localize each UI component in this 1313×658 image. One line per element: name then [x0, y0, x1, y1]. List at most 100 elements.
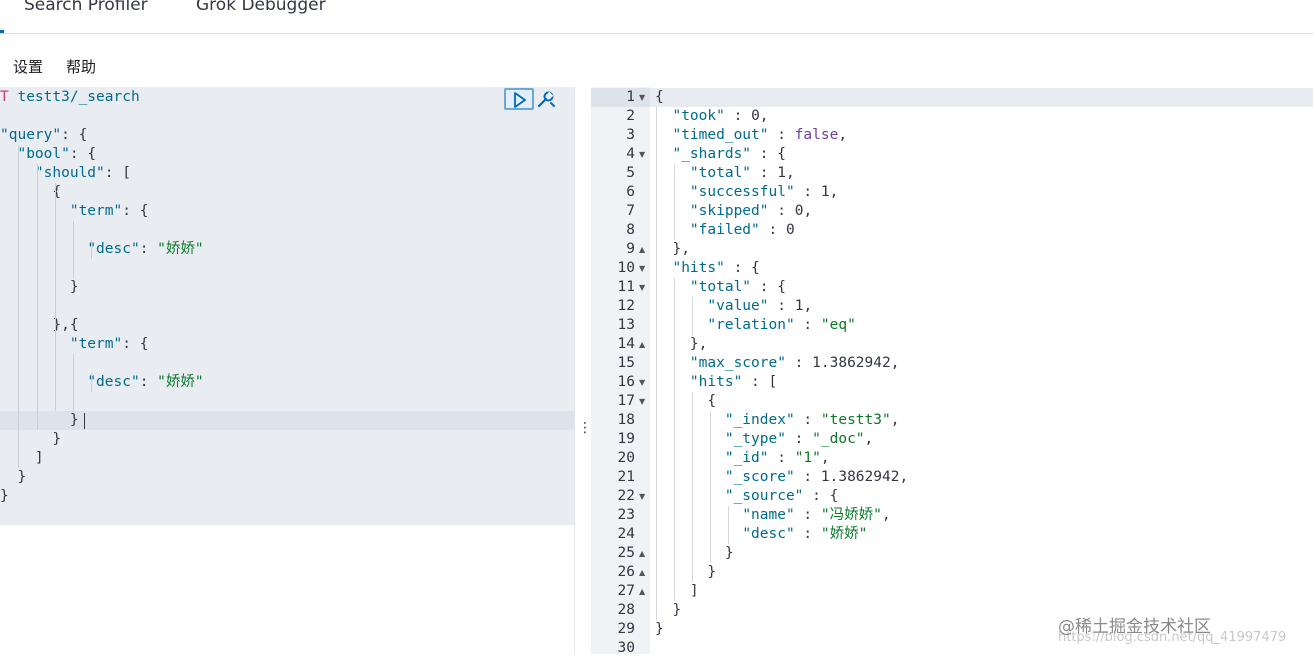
request-code-line: "query": {	[0, 127, 88, 143]
line-number: 22	[617, 488, 635, 504]
line-number: 17	[617, 393, 635, 409]
response-code-line: "total" : 1,	[689, 165, 795, 181]
tab-search-profiler[interactable]: Search Profiler	[24, 0, 148, 15]
fold-arrow-icon[interactable]: ▼	[639, 259, 645, 278]
line-number: 27	[617, 583, 635, 599]
request-code-line: "term": {	[69, 203, 149, 219]
line-number: 28	[617, 602, 635, 618]
active-tab-indicator	[0, 30, 4, 33]
line-number: 23	[617, 507, 635, 523]
watermark-text: @稀土掘金技术社区	[1058, 617, 1211, 637]
active-line-highlight	[0, 411, 574, 430]
line-number: 6	[626, 184, 635, 200]
indent-guide	[91, 240, 92, 259]
request-code-line: }	[0, 412, 79, 428]
response-code-line: "_shards" : {	[672, 146, 786, 162]
response-code-line: "max_score" : 1.3862942,	[689, 355, 900, 371]
response-code-line: },	[655, 241, 690, 257]
help-menu-item[interactable]: 帮助	[66, 56, 96, 77]
line-number: 30	[617, 640, 635, 656]
indent-guide	[73, 354, 74, 411]
wrench-icon[interactable]	[536, 89, 556, 109]
line-number: 7	[626, 203, 635, 219]
line-number: 11	[617, 279, 635, 295]
send-request-button[interactable]	[504, 88, 534, 110]
request-code-line: }	[0, 469, 27, 485]
response-code-line: "skipped" : 0,	[689, 203, 813, 219]
response-code-line: "_id" : "1",	[724, 450, 830, 466]
indent-guide	[674, 164, 675, 240]
unfold-arrow-icon[interactable]: ▲	[639, 544, 645, 563]
response-code-line: {	[655, 89, 664, 105]
fold-arrow-icon[interactable]: ▼	[639, 88, 645, 107]
indent-guide	[692, 392, 693, 582]
line-number: 5	[626, 165, 635, 181]
indent-guide	[73, 221, 74, 278]
request-code-line: },{	[0, 317, 79, 333]
response-code-line: "hits" : {	[672, 260, 760, 276]
response-code-line: }	[655, 564, 717, 580]
response-code-line: "failed" : 0	[689, 222, 795, 238]
line-number: 8	[626, 222, 635, 238]
tab-grok-debugger[interactable]: Grok Debugger	[196, 0, 326, 15]
line-number: 1	[626, 89, 635, 105]
indent-guide	[37, 164, 38, 430]
indent-guide	[692, 297, 693, 335]
indent-guide	[18, 145, 19, 468]
indent-guide	[55, 183, 56, 411]
vertical-dots-icon[interactable]: ⋮	[578, 420, 592, 436]
response-code-line: },	[655, 336, 708, 352]
fold-arrow-icon[interactable]: ▼	[639, 487, 645, 506]
request-code-line: "term": {	[69, 336, 149, 352]
response-code-line: "successful" : 1,	[689, 184, 839, 200]
unfold-arrow-icon[interactable]: ▲	[639, 335, 645, 354]
request-code-line: }	[0, 431, 62, 447]
response-code-line: "desc" : "娇娇"	[742, 526, 868, 542]
line-number: 9	[626, 241, 635, 257]
line-number: 24	[617, 526, 635, 542]
fold-arrow-icon[interactable]: ▼	[639, 145, 645, 164]
response-code-line: {	[655, 393, 717, 409]
line-number: 21	[617, 469, 635, 485]
request-code-line: "desc": "娇娇"	[87, 374, 204, 390]
response-code-line: }	[655, 602, 682, 618]
request-code-line: ]	[0, 450, 44, 466]
line-number: 26	[617, 564, 635, 580]
line-number: 14	[617, 336, 635, 352]
indent-guide	[710, 411, 711, 563]
settings-menu-item[interactable]: 设置	[13, 56, 43, 77]
line-number: 15	[617, 355, 635, 371]
response-code-line: }	[655, 621, 664, 637]
request-code-line: "should": [	[34, 165, 131, 181]
response-code-line: "_source" : {	[724, 488, 839, 504]
console-menu-bar: 设置 帮助	[0, 34, 1313, 87]
line-number: 25	[617, 545, 635, 561]
line-number: 4	[626, 146, 635, 162]
request-method: T	[0, 89, 9, 105]
response-code-line: ]	[655, 583, 699, 599]
unfold-arrow-icon[interactable]: ▲	[639, 240, 645, 259]
indent-guide	[91, 373, 92, 392]
fold-arrow-icon[interactable]: ▼	[639, 373, 645, 392]
unfold-arrow-icon[interactable]: ▲	[639, 563, 645, 582]
response-code-line: "name" : "冯娇娇",	[742, 507, 891, 523]
editor-splitter[interactable]	[574, 87, 592, 654]
tab-bar: Search Profiler Grok Debugger	[0, 0, 1313, 34]
line-number: 10	[617, 260, 635, 276]
line-number: 16	[617, 374, 635, 390]
fold-arrow-icon[interactable]: ▼	[639, 392, 645, 411]
line-number: 12	[617, 298, 635, 314]
indent-guide	[674, 278, 675, 601]
response-code-line: "_type" : "_doc",	[724, 431, 874, 447]
line-number: 19	[617, 431, 635, 447]
request-line[interactable]: T testt3/_search	[0, 88, 140, 107]
response-code-line: "timed_out" : false,	[672, 127, 848, 143]
line-number: 2	[626, 108, 635, 124]
line-number: 13	[617, 317, 635, 333]
line-number: 29	[617, 621, 635, 637]
request-code-line: }	[0, 279, 79, 295]
response-code-line: "took" : 0,	[672, 108, 769, 124]
unfold-arrow-icon[interactable]: ▲	[639, 582, 645, 601]
request-code-line: }	[0, 488, 9, 504]
fold-arrow-icon[interactable]: ▼	[639, 278, 645, 297]
